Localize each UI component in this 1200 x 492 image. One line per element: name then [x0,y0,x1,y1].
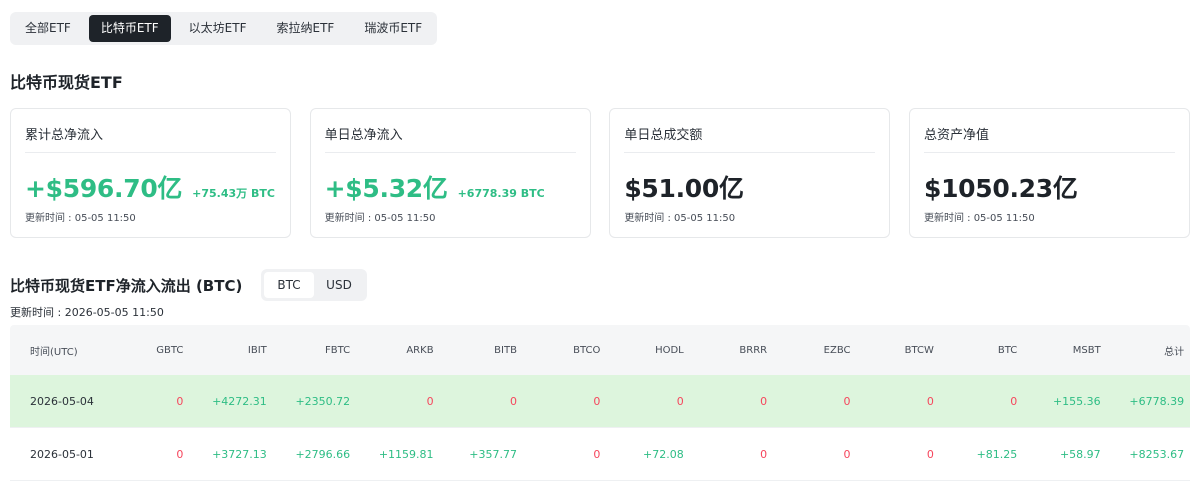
column-header: BRRR [739,344,768,356]
summary-card: 单日总净流入 +$5.32亿 +6778.39 BTC 更新时间 : 05-05 11… [309,108,591,238]
card-label: 总资产净值 [923,128,989,143]
etf-tab-bar: 全部ETF 比特币ETF 以太坊ETF 索拉纳ETF 瑞波币ETF [10,12,438,45]
row-date: 2026-05-04 [30,394,94,408]
table-cell: +357.77 [469,447,517,461]
column-header: BTCW [904,344,934,356]
card-update-time: 更新时间 : 05-05 11:50 [324,213,436,224]
flow-title: 比特币现货ETF净流入流出 (BTC) [10,277,243,295]
table-cell: 0 [843,394,851,408]
flow-table: 时间(UTC) GBTC IBIT FBTC ARKB BITB BTCO HODL BRRR E… [10,325,1190,481]
summary-cards: 累计总净流入 +$596.70亿 +75.43万 BTC 更新时间 : 05-05 1… [10,108,1190,238]
table-cell: 0 [843,447,851,461]
row-date: 2026-05-01 [30,447,94,461]
card-value: +$5.32亿 [324,174,448,203]
table-cell: 0 [176,447,184,461]
card-divider [25,152,276,153]
table-cell: 0 [760,394,768,408]
table-row[interactable]: 2026-05-01 0 +3727.13 +2796.66 +1159.81 +357.… [10,428,1190,481]
card-update-time: 更新时间 : 05-05 11:50 [624,213,736,224]
table-cell: +2350.72 [295,394,351,408]
section-title: 比特币现货ETF [10,73,123,92]
column-header: BTC [997,344,1018,356]
column-header: HODL [655,344,684,356]
column-header: IBIT [247,344,267,356]
table-cell: +58.97 [1059,447,1101,461]
card-update-time: 更新时间 : 05-05 11:50 [25,213,136,224]
column-header: GBTC [156,344,184,356]
tab-2[interactable]: 以太坊ETF [177,15,259,42]
toggle-usd[interactable]: USD [314,272,364,298]
toggle-btc[interactable]: BTC [264,272,314,298]
table-cell: +1159.81 [378,447,434,461]
card-value-row: +$5.32亿 +6778.39 BTC [325,169,545,205]
table-cell: 0 [176,394,184,408]
card-label: 单日总成交额 [624,128,703,143]
tab-0[interactable]: 全部ETF [13,15,83,42]
column-header: BITB [494,344,517,356]
table-cell: +6778.39 [1129,394,1185,408]
tab-3[interactable]: 索拉纳ETF [264,15,346,42]
table-header: 时间(UTC) GBTC IBIT FBTC ARKB BITB BTCO HODL BRRR E… [10,325,1190,375]
card-value: $51.00亿 [624,174,744,203]
card-sub-value: +75.43万 BTC [192,187,275,200]
table-cell: 0 [509,394,517,408]
summary-card: 累计总净流入 +$596.70亿 +75.43万 BTC 更新时间 : 05-05 1… [10,108,291,238]
table-cell: +3727.13 [212,447,267,461]
table-cell: 0 [926,394,934,408]
table-row[interactable]: 2026-05-04 0 +4272.31 +2350.72 0 0 0 0 0 0 0 0 +155.… [10,375,1190,428]
card-sub-value: +6778.39 BTC [457,187,545,200]
column-header: 时间(UTC) [30,346,78,358]
table-body: 2026-05-04 0 +4272.31 +2350.72 0 0 0 0 0 0 0 0 +155.… [10,375,1190,481]
card-divider [923,152,1175,153]
table-cell: +81.25 [976,447,1018,461]
card-divider [624,152,876,153]
table-cell: +4272.31 [212,394,267,408]
card-value: $1050.23亿 [923,174,1078,203]
card-value: +$596.70亿 [25,174,183,203]
tab-4[interactable]: 瑞波币ETF [352,15,434,42]
card-value-row: $1050.23亿 [924,169,1078,205]
table-cell: 0 [1010,394,1018,408]
table-cell: 0 [676,394,684,408]
column-header: ARKB [406,344,434,356]
table-cell: 0 [926,447,934,461]
table-cell: 0 [760,447,768,461]
tab-1[interactable]: 比特币ETF [88,15,171,42]
column-header: 总计 [1164,346,1185,358]
table-cell: +72.08 [643,447,684,461]
card-label: 累计总净流入 [25,128,104,143]
unit-toggle: BTC USD [261,269,367,301]
summary-card: 总资产净值 $1050.23亿更新时间 : 05-05 11:50 [908,108,1190,238]
table-cell: 0 [426,394,434,408]
flow-update-time: 更新时间 : 2026-05-05 11:50 [10,306,164,319]
summary-card: 单日总成交额 $51.00亿更新时间 : 05-05 11:50 [609,108,891,238]
card-value-row: $51.00亿 [624,169,744,205]
table-cell: 0 [593,447,601,461]
table-cell: +2796.66 [295,447,351,461]
column-header: FBTC [325,344,351,356]
table-cell: +155.36 [1052,394,1101,408]
column-header: MSBT [1072,344,1101,356]
card-value-row: +$596.70亿 +75.43万 BTC [25,169,275,205]
table-cell: 0 [593,394,601,408]
table-cell: +8253.67 [1129,447,1185,461]
card-label: 单日总净流入 [324,128,403,143]
column-header: BTCO [573,344,601,356]
card-update-time: 更新时间 : 05-05 11:50 [923,213,1035,224]
column-header: EZBC [823,344,851,356]
card-divider [324,152,576,153]
